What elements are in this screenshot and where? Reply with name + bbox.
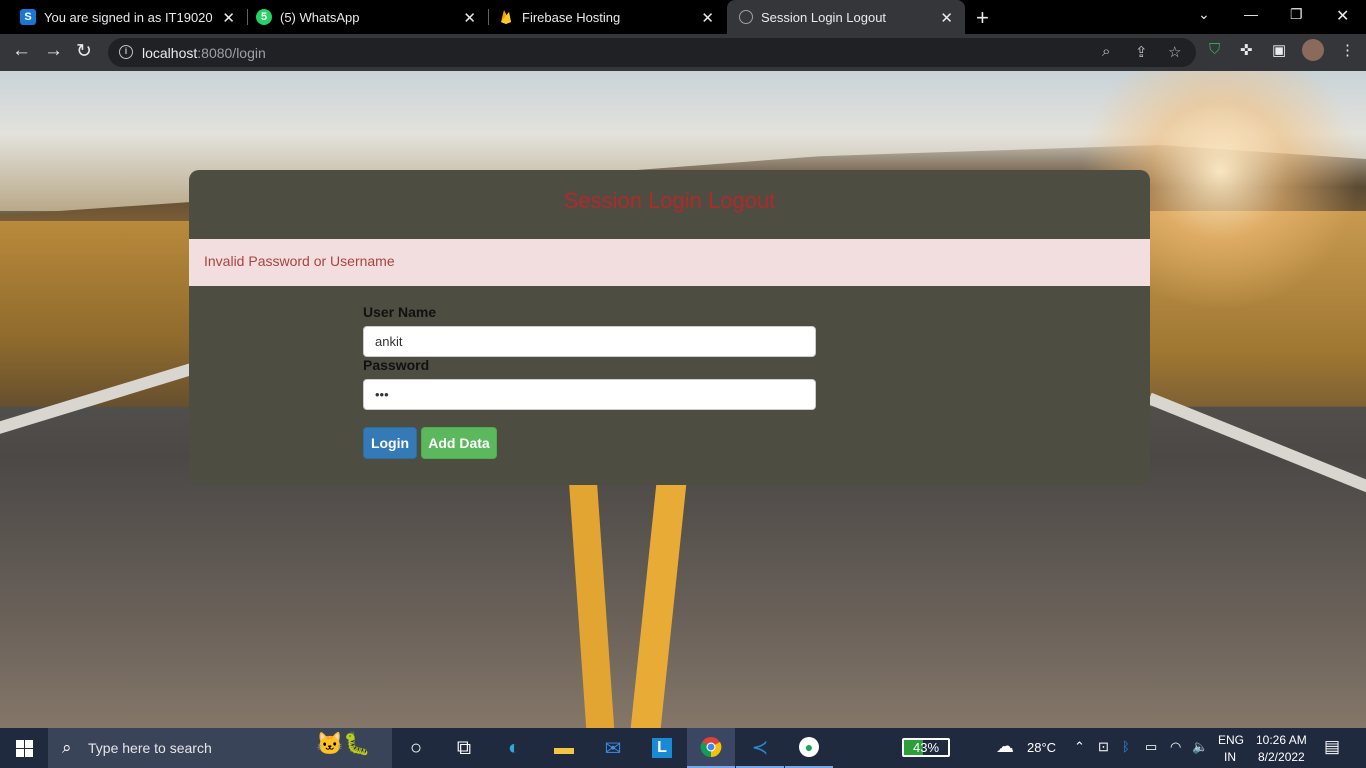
mail-icon[interactable]: ✉ xyxy=(589,728,637,768)
mongodb-compass-icon[interactable]: ● xyxy=(785,728,833,768)
search-highlight-art-icon[interactable]: 🐱🐛 xyxy=(316,731,371,757)
info-icon[interactable]: i xyxy=(119,45,133,59)
meet-now-icon[interactable]: ⊡ xyxy=(1098,739,1109,755)
clock-time[interactable]: 10:26 AM xyxy=(1256,733,1307,747)
notifications-icon[interactable]: ▤ xyxy=(1324,737,1340,757)
tab-title: You are signed in as IT19020 xyxy=(44,9,213,25)
login-card: Session Login Logout Invalid Password or… xyxy=(189,170,1150,485)
cortana-icon[interactable]: ○ xyxy=(392,728,440,768)
windows-taskbar: ⌕ Type here to search 🐱🐛 ○ ⧉ ◐ ▬ ✉ L ≺ ●… xyxy=(0,728,1366,768)
close-icon[interactable]: ✕ xyxy=(463,9,476,27)
forward-arrow-icon[interactable]: → xyxy=(44,40,63,62)
menu-dots-icon[interactable]: ⋮ xyxy=(1340,41,1355,59)
battery-percent: 43% xyxy=(912,740,940,755)
zoom-icon[interactable]: ⌕ xyxy=(1102,43,1110,60)
error-alert: Invalid Password or Username xyxy=(189,239,1150,286)
tab-strip: S You are signed in as IT19020 ✕ 5 (5) W… xyxy=(0,0,1366,34)
search-placeholder: Type here to search xyxy=(88,740,212,756)
address-bar[interactable]: i localhost:8080/login ⌕ ⇪ ☆ xyxy=(108,38,1196,67)
extensions-puzzle-icon[interactable]: ✜ xyxy=(1240,41,1253,59)
profile-avatar[interactable] xyxy=(1302,39,1324,61)
battery-tray-icon[interactable]: ▭ xyxy=(1145,739,1157,755)
vscode-icon[interactable]: ≺ xyxy=(736,728,784,768)
l-app-icon[interactable]: L xyxy=(638,728,686,768)
clock-date[interactable]: 8/2/2022 xyxy=(1258,750,1305,764)
back-arrow-icon[interactable]: ← xyxy=(12,40,31,62)
new-tab-button[interactable]: + xyxy=(976,5,989,31)
globe-icon xyxy=(739,10,753,24)
tab-session-login[interactable]: Session Login Logout ✕ xyxy=(727,0,965,34)
url-text[interactable]: localhost:8080/login xyxy=(142,45,266,61)
tab-title: Session Login Logout xyxy=(761,9,887,25)
close-icon[interactable]: ✕ xyxy=(701,9,714,27)
tab-whatsapp[interactable]: 5 (5) WhatsApp ✕ xyxy=(236,0,488,34)
whatsapp-icon: 5 xyxy=(256,9,272,25)
username-input[interactable]: ankit xyxy=(363,326,816,357)
username-label: User Name xyxy=(363,304,437,320)
side-panel-icon[interactable]: ▣ xyxy=(1272,41,1286,59)
s-app-icon: S xyxy=(20,9,36,25)
region-indicator[interactable]: IN xyxy=(1224,750,1236,764)
add-data-button[interactable]: Add Data xyxy=(421,427,497,459)
bookmark-star-icon[interactable]: ☆ xyxy=(1168,43,1181,61)
language-indicator[interactable]: ENG xyxy=(1218,733,1244,747)
reload-icon[interactable]: ↻ xyxy=(76,40,92,63)
close-window-button[interactable]: ✕ xyxy=(1336,6,1349,26)
shield-extension-icon[interactable]: ⛉ xyxy=(1209,41,1220,58)
tab-firebase[interactable]: Firebase Hosting ✕ xyxy=(478,0,726,34)
bluetooth-icon[interactable]: ᛒ xyxy=(1122,739,1130,754)
battery-indicator[interactable]: 43% xyxy=(902,738,950,757)
chevron-up-icon[interactable]: ⌃ xyxy=(1074,739,1085,755)
chrome-icon[interactable] xyxy=(687,728,735,768)
weather-cloud-icon[interactable]: ☁ xyxy=(996,736,1014,757)
search-icon: ⌕ xyxy=(62,738,72,757)
tab-title: Firebase Hosting xyxy=(522,9,621,25)
windows-start-icon[interactable] xyxy=(16,740,33,757)
restore-button[interactable]: ❐ xyxy=(1290,6,1303,23)
page-background: Session Login Logout Invalid Password or… xyxy=(0,71,1366,728)
minimize-button[interactable]: — xyxy=(1244,6,1258,22)
page-title: Session Login Logout xyxy=(563,188,776,213)
login-button[interactable]: Login xyxy=(363,427,417,459)
weather-temperature[interactable]: 28°C xyxy=(1027,740,1056,755)
close-icon[interactable]: ✕ xyxy=(222,9,235,27)
share-icon[interactable]: ⇪ xyxy=(1135,43,1148,61)
taskbar-search-box[interactable]: ⌕ Type here to search 🐱🐛 xyxy=(48,728,392,768)
wifi-icon[interactable]: ◠ xyxy=(1170,739,1181,755)
tab-title: (5) WhatsApp xyxy=(280,9,360,25)
tab-signed-in[interactable]: S You are signed in as IT19020 ✕ xyxy=(0,0,247,34)
task-view-icon[interactable]: ⧉ xyxy=(440,728,488,768)
tab-search-chevron-icon[interactable]: ⌄ xyxy=(1198,6,1210,23)
password-label: Password xyxy=(363,357,430,373)
edge-icon[interactable]: ◐ xyxy=(490,728,538,768)
close-icon[interactable]: ✕ xyxy=(940,9,953,27)
flame-icon xyxy=(498,9,514,25)
volume-icon[interactable]: 🔈 xyxy=(1192,739,1208,755)
browser-toolbar: ← → ↻ i localhost:8080/login ⌕ ⇪ ☆ ⛉ ✜ ▣… xyxy=(0,34,1366,71)
password-input[interactable]: ••• xyxy=(363,379,816,410)
file-explorer-icon[interactable]: ▬ xyxy=(540,728,588,768)
